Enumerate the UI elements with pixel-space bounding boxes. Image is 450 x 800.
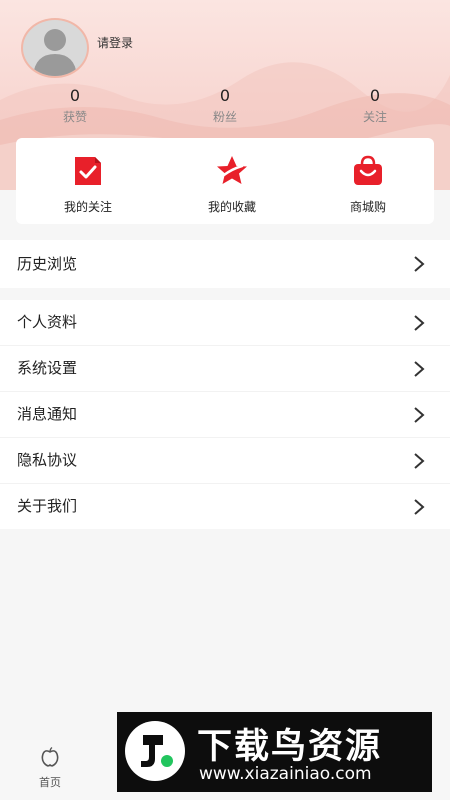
stat-likes[interactable]: 0 获赞 [45,86,105,125]
check-document-icon [75,157,101,185]
stat-value: 0 [69,86,81,105]
menu-item-profile[interactable]: 个人资料 [0,300,450,346]
menu-item-label: 历史浏览 [17,255,78,273]
menu-item-history[interactable]: 历史浏览 [0,240,450,288]
watermark-banner: 下载鸟资源 www.xiazainiao.com [117,712,432,792]
bird-logo-icon [125,721,185,781]
chevron-right-icon [414,499,425,515]
menu-item-label: 系统设置 [17,359,78,377]
menu-item-system-settings[interactable]: 系统设置 [0,346,450,392]
chevron-right-icon [414,361,425,377]
stat-value: 0 [219,86,231,105]
my-favorites-button[interactable]: 我的收藏 [182,154,282,215]
apple-home-icon [41,746,59,767]
tab-label: 首页 [39,776,61,789]
stat-label: 关注 [362,110,387,124]
chevron-right-icon [414,256,425,272]
quick-actions-card: 我的关注 我的收藏 商城购 [16,138,434,224]
menu-item-label: 关于我们 [17,497,78,515]
action-label: 商城购 [349,200,386,214]
shopping-bag-icon [354,155,382,185]
action-label: 我的关注 [63,200,112,214]
action-label: 我的收藏 [207,200,256,214]
chevron-right-icon [414,453,425,469]
menu-item-label: 隐私协议 [17,451,78,469]
tab-home[interactable]: 首页 [30,746,70,790]
stat-label: 获赞 [62,110,87,124]
chevron-right-icon [414,315,425,331]
menu-item-privacy[interactable]: 隐私协议 [0,438,450,484]
menu-item-label: 个人资料 [17,313,78,331]
menu-item-label: 消息通知 [17,405,78,423]
menu-item-notifications[interactable]: 消息通知 [0,392,450,438]
star-icon [217,156,247,184]
watermark-title: 下载鸟资源 [197,727,383,767]
stat-label: 粉丝 [212,110,237,124]
my-follows-button[interactable]: 我的关注 [38,154,138,215]
chevron-right-icon [414,407,425,423]
bird-logo-graphic [141,735,173,767]
mall-shopping-button[interactable]: 商城购 [318,154,418,215]
history-section: 历史浏览 [0,240,450,288]
stat-fans[interactable]: 0 粉丝 [195,86,255,125]
login-link[interactable]: 请登录 [97,34,133,51]
settings-menu: 个人资料 系统设置 消息通知 隐私协议 关于我们 [0,300,450,529]
user-silhouette-icon [33,29,77,76]
watermark-url: www.xiazainiao.com [199,764,372,784]
menu-item-about[interactable]: 关于我们 [0,484,450,529]
stat-value: 0 [369,86,381,105]
stat-following[interactable]: 0 关注 [345,86,405,125]
avatar[interactable] [21,18,89,78]
